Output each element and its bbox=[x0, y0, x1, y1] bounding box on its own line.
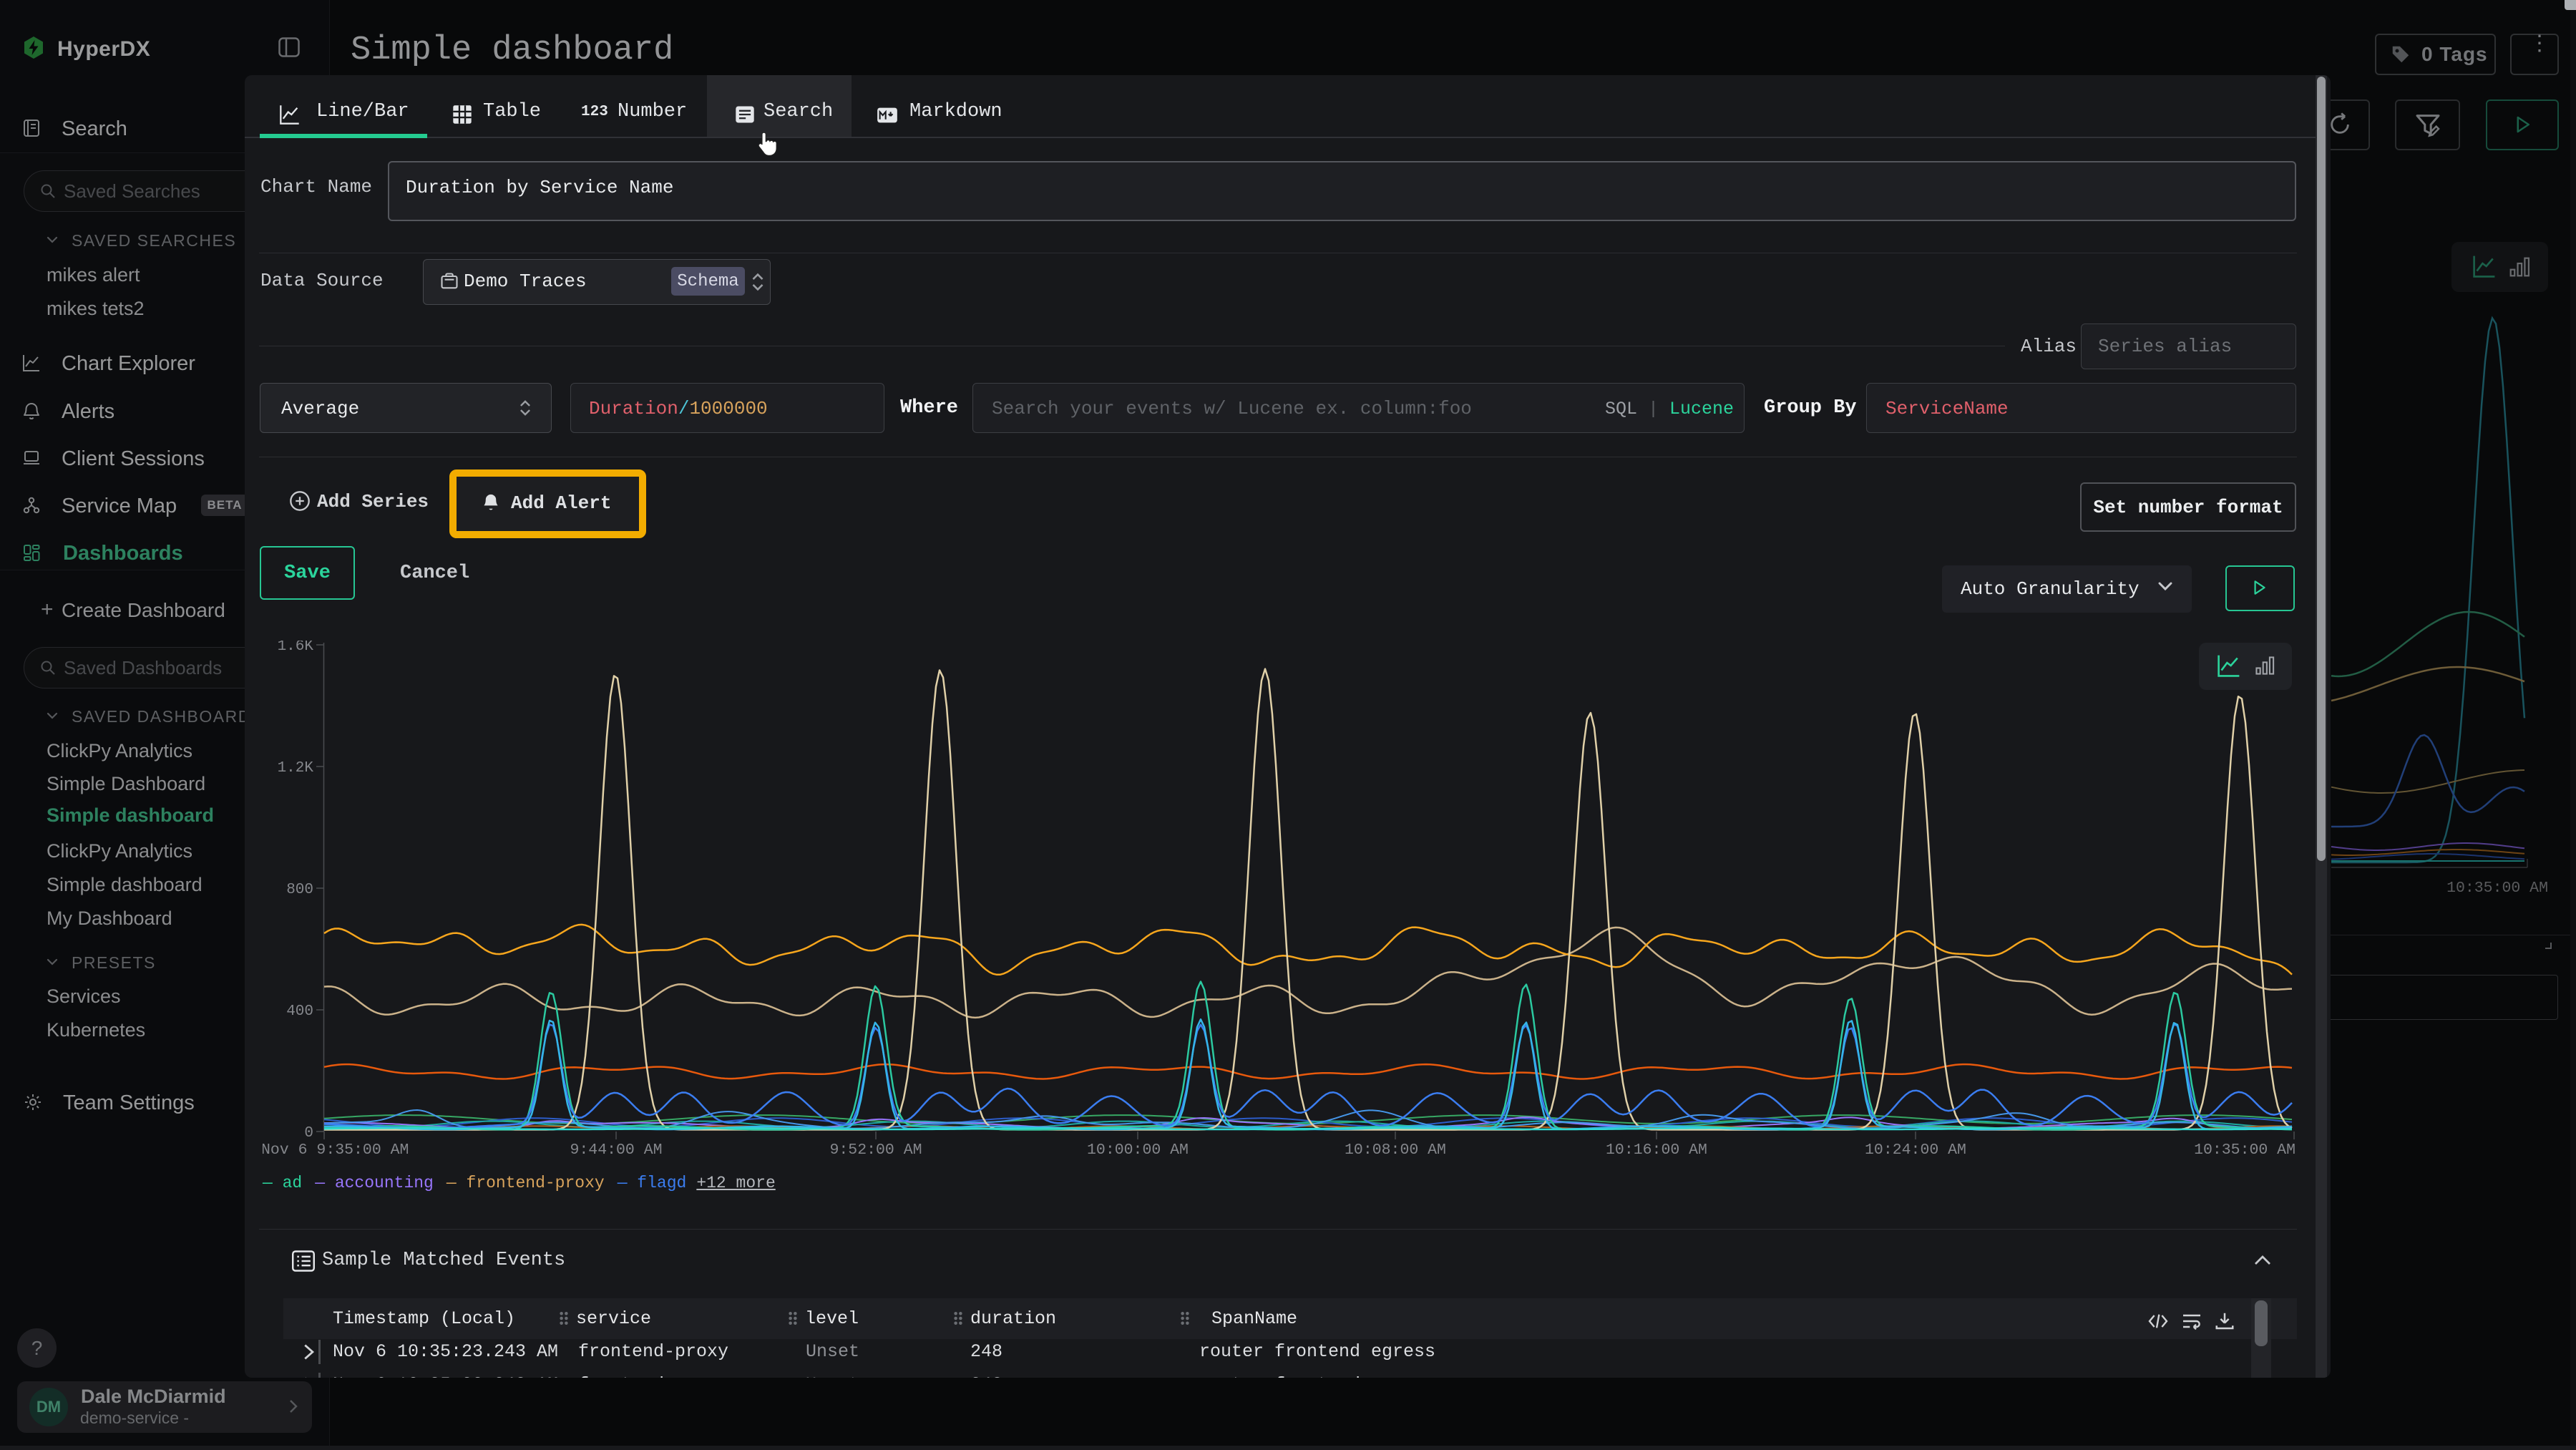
svg-text:1.2K: 1.2K bbox=[278, 760, 314, 777]
svg-text:800: 800 bbox=[286, 882, 313, 898]
svg-text:10:00:00 AM: 10:00:00 AM bbox=[1087, 1142, 1189, 1159]
svg-text:9:44:00 AM: 9:44:00 AM bbox=[570, 1142, 662, 1159]
svg-text:Nov 6 9:35:00 AM: Nov 6 9:35:00 AM bbox=[263, 1142, 409, 1159]
svg-text:10:24:00 AM: 10:24:00 AM bbox=[1865, 1142, 1966, 1159]
svg-text:1.6K: 1.6K bbox=[278, 641, 314, 655]
svg-text:10:16:00 AM: 10:16:00 AM bbox=[1606, 1142, 1707, 1159]
svg-text:400: 400 bbox=[286, 1003, 313, 1020]
svg-text:0: 0 bbox=[304, 1125, 313, 1142]
svg-text:10:35:00 AM: 10:35:00 AM bbox=[2194, 1142, 2296, 1159]
svg-text:9:52:00 AM: 9:52:00 AM bbox=[829, 1142, 922, 1159]
svg-text:10:08:00 AM: 10:08:00 AM bbox=[1345, 1142, 1446, 1159]
